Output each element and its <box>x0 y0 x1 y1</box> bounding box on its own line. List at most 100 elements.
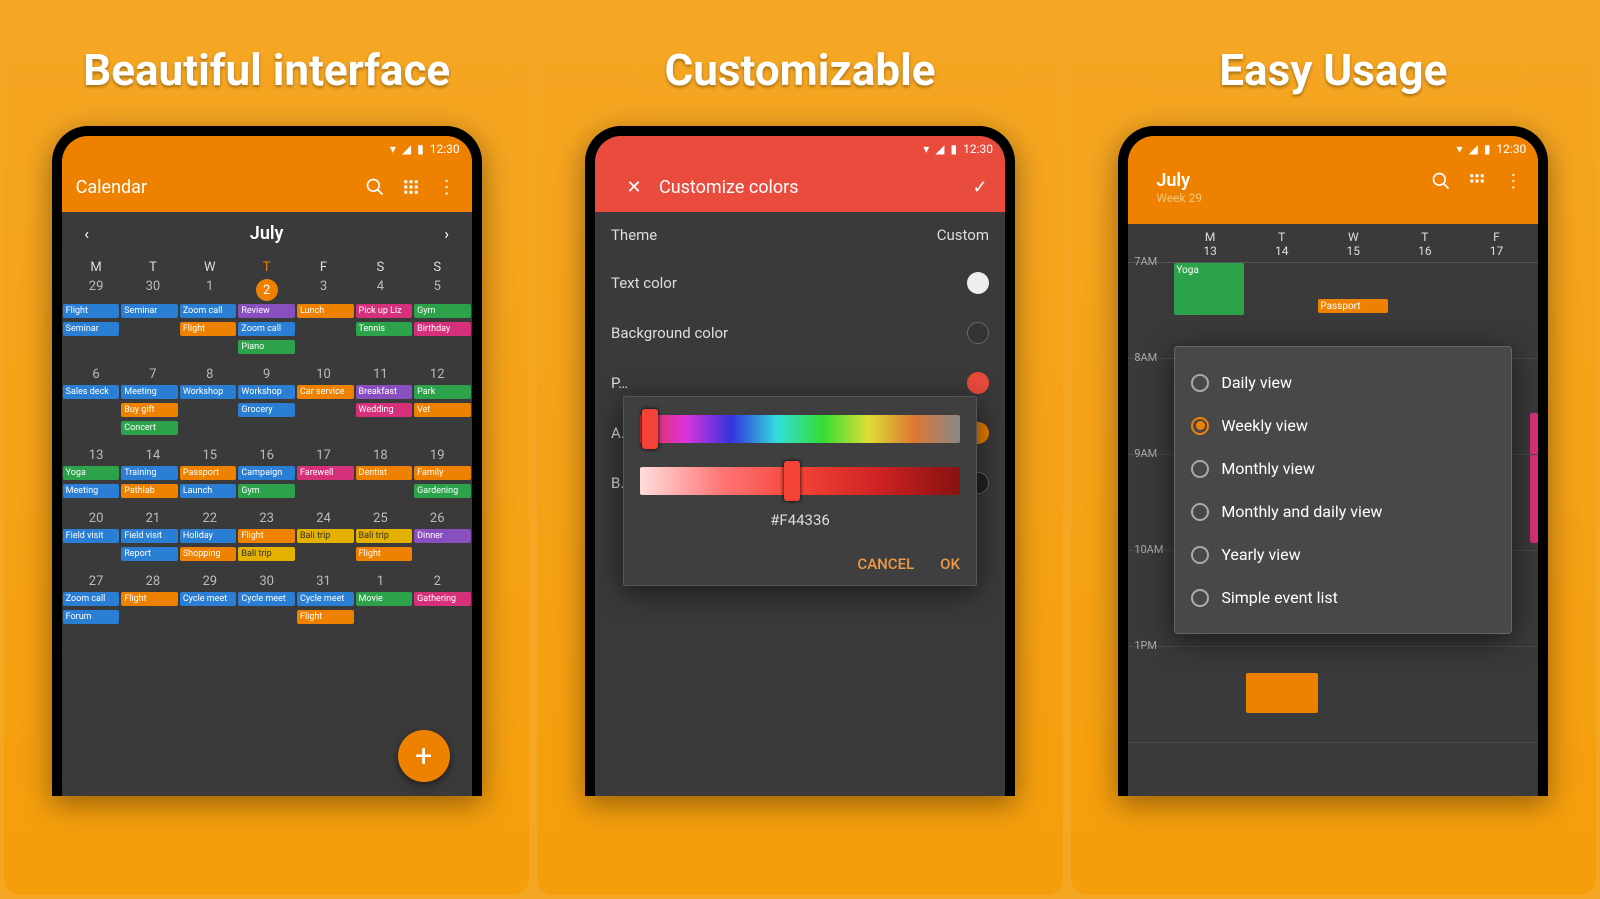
event-chip[interactable]: Wedding <box>356 403 413 417</box>
date-cell[interactable]: 1 <box>352 574 409 589</box>
date-cell[interactable]: 3 <box>295 279 352 301</box>
date-cell[interactable]: 17 <box>295 448 352 463</box>
event-chip[interactable]: Buy gift <box>121 403 178 417</box>
event-chip[interactable]: Flight <box>121 592 178 606</box>
event-chip[interactable]: Farewell <box>297 466 354 480</box>
date-cell[interactable]: 30 <box>125 279 182 301</box>
view-grid-icon[interactable] <box>1466 170 1488 192</box>
date-cell[interactable]: 29 <box>68 279 125 301</box>
event-chip[interactable]: Seminar <box>121 304 178 318</box>
event-chip[interactable]: Vet <box>414 403 471 417</box>
event-chip[interactable]: Dinner <box>414 529 471 543</box>
cancel-button[interactable]: CANCEL <box>857 555 914 573</box>
date-cell[interactable]: 15 <box>181 448 238 463</box>
hue-slider[interactable] <box>640 415 960 443</box>
shade-slider[interactable] <box>640 467 960 495</box>
event-chip[interactable]: Training <box>121 466 178 480</box>
event-chip[interactable]: Breakfast <box>356 385 413 399</box>
event-chip[interactable]: Car service <box>297 385 354 399</box>
date-cell[interactable]: 2 <box>409 574 466 589</box>
event-chip[interactable]: Grocery <box>238 403 295 417</box>
event-chip[interactable]: Yoga <box>63 466 120 480</box>
hue-thumb[interactable] <box>642 409 658 449</box>
week-day-cell[interactable]: T14 <box>1246 230 1318 258</box>
event-chip[interactable]: Gym <box>238 484 295 498</box>
date-cell[interactable]: 5 <box>409 279 466 301</box>
event-chip[interactable]: Workshop <box>238 385 295 399</box>
week-day-cell[interactable]: M13 <box>1174 230 1246 258</box>
event-chip[interactable]: Holiday <box>180 529 237 543</box>
date-cell[interactable]: 2 <box>238 279 295 301</box>
date-cell[interactable]: 29 <box>181 574 238 589</box>
event-chip[interactable]: Report <box>121 547 178 561</box>
week-day-cell[interactable]: F17 <box>1461 230 1533 258</box>
event-chip[interactable]: Cycle meet <box>297 592 354 606</box>
event-chip[interactable]: Lunch <box>297 304 354 318</box>
view-option[interactable]: Simple event list <box>1185 576 1501 619</box>
prev-month-icon[interactable]: ‹ <box>76 222 98 244</box>
view-option[interactable]: Daily view <box>1185 361 1501 404</box>
date-cell[interactable]: 9 <box>238 367 295 382</box>
event-chip[interactable]: Sales deck <box>63 385 120 399</box>
date-cell[interactable]: 12 <box>409 367 466 382</box>
event-chip[interactable]: Dentist <box>356 466 413 480</box>
event-chip[interactable]: Field visit <box>63 529 120 543</box>
ok-button[interactable]: OK <box>940 555 960 573</box>
event-chip[interactable]: Movie <box>356 592 413 606</box>
date-cell[interactable]: 30 <box>238 574 295 589</box>
date-cell[interactable]: 16 <box>238 448 295 463</box>
date-cell[interactable]: 27 <box>68 574 125 589</box>
date-cell[interactable]: 21 <box>125 511 182 526</box>
event-chip[interactable]: Gardening <box>414 484 471 498</box>
event-chip[interactable]: Campaign <box>238 466 295 480</box>
search-icon[interactable] <box>1430 170 1452 192</box>
date-cell[interactable]: 14 <box>125 448 182 463</box>
date-cell[interactable]: 7 <box>125 367 182 382</box>
event-chip[interactable]: Pick up Liz <box>356 304 413 318</box>
view-option[interactable]: Monthly and daily view <box>1185 490 1501 533</box>
more-icon[interactable]: ⋮ <box>1502 170 1524 192</box>
search-icon[interactable] <box>364 176 386 198</box>
date-cell[interactable]: 24 <box>295 511 352 526</box>
date-cell[interactable]: 31 <box>295 574 352 589</box>
date-cell[interactable]: 22 <box>181 511 238 526</box>
event-chip[interactable]: Flight <box>356 547 413 561</box>
date-cell[interactable]: 20 <box>68 511 125 526</box>
event-chip[interactable]: Piano <box>238 340 295 354</box>
event-chip[interactable]: Field visit <box>121 529 178 543</box>
view-grid-icon[interactable] <box>400 176 422 198</box>
event-chip[interactable]: Park <box>414 385 471 399</box>
event-chip[interactable]: Family <box>414 466 471 480</box>
date-cell[interactable]: 26 <box>409 511 466 526</box>
event-chip[interactable]: Review <box>238 304 295 318</box>
event-chip[interactable]: Launch <box>180 484 237 498</box>
event-chip[interactable]: Tennis <box>356 322 413 336</box>
week-day-cell[interactable]: T16 <box>1389 230 1461 258</box>
calendar-grid[interactable]: 293012345FlightSeminarZoom callReviewLun… <box>62 277 472 635</box>
event-chip[interactable]: Flight <box>63 304 120 318</box>
date-cell[interactable]: 13 <box>68 448 125 463</box>
next-month-icon[interactable]: › <box>436 222 458 244</box>
event-chip[interactable]: Seminar <box>63 322 120 336</box>
date-cell[interactable]: 23 <box>238 511 295 526</box>
theme-row[interactable]: Theme Custom <box>595 212 1005 258</box>
event-chip[interactable]: Cycle meet <box>180 592 237 606</box>
event-chip[interactable]: Workshop <box>180 385 237 399</box>
event-chip[interactable]: Bali trip <box>297 529 354 543</box>
event-chip[interactable]: Gathering <box>414 592 471 606</box>
shade-thumb[interactable] <box>784 461 800 501</box>
view-option[interactable]: Yearly view <box>1185 533 1501 576</box>
date-cell[interactable]: 6 <box>68 367 125 382</box>
add-event-fab[interactable]: + <box>398 730 450 782</box>
date-cell[interactable]: 8 <box>181 367 238 382</box>
event-chip[interactable]: Bali trip <box>238 547 295 561</box>
event-chip[interactable]: Flight <box>238 529 295 543</box>
close-icon[interactable]: ✕ <box>623 176 645 198</box>
text-color-row[interactable]: Text color <box>595 258 1005 308</box>
date-cell[interactable]: 18 <box>352 448 409 463</box>
view-option[interactable]: Weekly view <box>1185 404 1501 447</box>
more-icon[interactable]: ⋮ <box>436 176 458 198</box>
date-cell[interactable]: 19 <box>409 448 466 463</box>
date-cell[interactable]: 11 <box>352 367 409 382</box>
view-option[interactable]: Monthly view <box>1185 447 1501 490</box>
